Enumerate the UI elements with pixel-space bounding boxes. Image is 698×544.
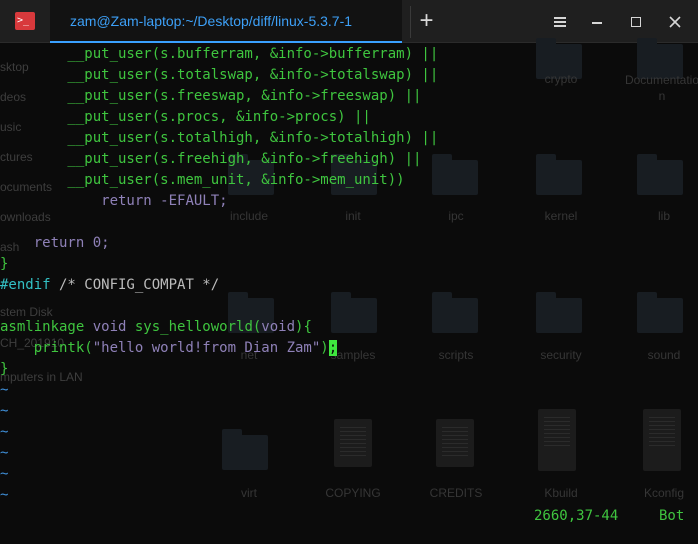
maximize-button[interactable] (622, 8, 650, 36)
constant-efault: -EFAULT (160, 193, 220, 209)
empty-line-tilde: ~ (0, 445, 9, 461)
empty-line-tilde: ~ (0, 403, 9, 419)
empty-line-tilde: ~ (0, 424, 9, 440)
code-line: return -EFAULT; (0, 191, 228, 212)
menu-button[interactable] (546, 8, 574, 36)
brace: ){ (295, 319, 312, 335)
close-button[interactable] (661, 8, 689, 36)
tab-title: zam@Zam-laptop:~/Desktop/diff/linux-5.3.… (70, 13, 353, 29)
scroll-indicator: Bot (659, 508, 685, 524)
keyword-return: return (0, 235, 93, 251)
close-icon (669, 16, 681, 28)
semicolon: ; (219, 193, 228, 209)
code-line: __put_user(s.freehigh, &info->freehigh) … (0, 151, 422, 167)
code-line: } (0, 361, 9, 377)
code-line: } (0, 256, 9, 272)
empty-line-tilde: ~ (0, 466, 9, 482)
new-tab-button[interactable]: + (410, 6, 442, 38)
terminal-app-icon: >_ (15, 12, 35, 30)
minimize-icon (592, 22, 602, 24)
text-cursor: ; (328, 340, 338, 356)
code-line: asmlinkage void sys_helloworld(void){ (0, 317, 312, 338)
code-comment: /* CONFIG_COMPAT */ (50, 277, 220, 293)
terminal-area[interactable]: __put_user(s.bufferram, &info->bufferram… (0, 43, 698, 544)
semicolon: ; (101, 235, 110, 251)
cursor-position: 2660,37-44 (534, 508, 619, 524)
empty-line-tilde: ~ (0, 382, 9, 398)
function-name: sys_helloworld( (126, 319, 262, 335)
maximize-icon (631, 17, 641, 27)
empty-line-tilde: ~ (0, 487, 9, 503)
keyword-asmlinkage: asmlinkage (0, 319, 93, 335)
keyword-return: return (0, 193, 161, 209)
code-line: __put_user(s.procs, &info->procs) || (0, 109, 371, 125)
code-line: __put_user(s.totalswap, &info->totalswap… (0, 67, 439, 83)
type-void: void (261, 319, 296, 335)
code-line: return 0; (0, 233, 110, 254)
hamburger-icon (554, 17, 566, 27)
minimize-button[interactable] (583, 8, 611, 36)
code-line: __put_user(s.mem_unit, &info->mem_unit)) (0, 172, 405, 188)
code-line: printk("hello world!from Dian Zam"); (0, 338, 338, 359)
paren: ) (320, 340, 329, 356)
code-line: __put_user(s.totalhigh, &info->totalhigh… (0, 130, 439, 146)
tab-terminal[interactable]: zam@Zam-laptop:~/Desktop/diff/linux-5.3.… (50, 0, 402, 43)
preprocessor-endif: #endif (0, 277, 51, 293)
code-line: __put_user(s.bufferram, &info->bufferram… (0, 46, 439, 62)
code-line: #endif /* CONFIG_COMPAT */ (0, 275, 219, 296)
string-literal: "hello world!from Dian Zam" (92, 340, 321, 356)
function-call: printk( (0, 340, 93, 356)
title-bar: >_ zam@Zam-laptop:~/Desktop/diff/linux-5… (0, 0, 698, 43)
code-line: __put_user(s.freeswap, &info->freeswap) … (0, 88, 422, 104)
type-void: void (92, 319, 127, 335)
constant-zero: 0 (92, 235, 102, 251)
